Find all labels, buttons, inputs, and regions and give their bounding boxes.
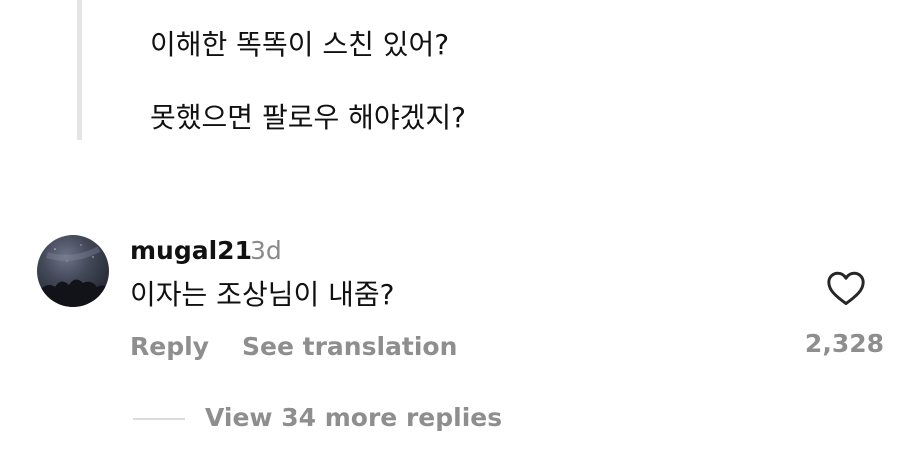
like-count: 2,328 — [804, 329, 884, 358]
avatar-image — [37, 244, 109, 307]
quoted-post-line: 이해한 똑똑이 스친 있어? — [150, 28, 450, 61]
heart-outline-icon — [827, 271, 865, 306]
comment-text: 이자는 조상님이 내줌? — [130, 278, 395, 311]
see-translation-button[interactable]: See translation — [242, 331, 457, 363]
comment-timestamp: 3d — [250, 236, 282, 265]
reply-button[interactable]: Reply — [130, 331, 209, 363]
quoted-post-line: 못했으면 팔로우 해야겠지? — [150, 101, 467, 134]
view-more-replies-button[interactable]: View 34 more replies — [205, 402, 502, 434]
quote-bar — [77, 0, 82, 140]
replies-divider — [133, 418, 185, 420]
comment-username[interactable]: mugal21 — [130, 236, 252, 266]
like-button[interactable] — [826, 268, 866, 308]
avatar[interactable] — [37, 235, 109, 307]
